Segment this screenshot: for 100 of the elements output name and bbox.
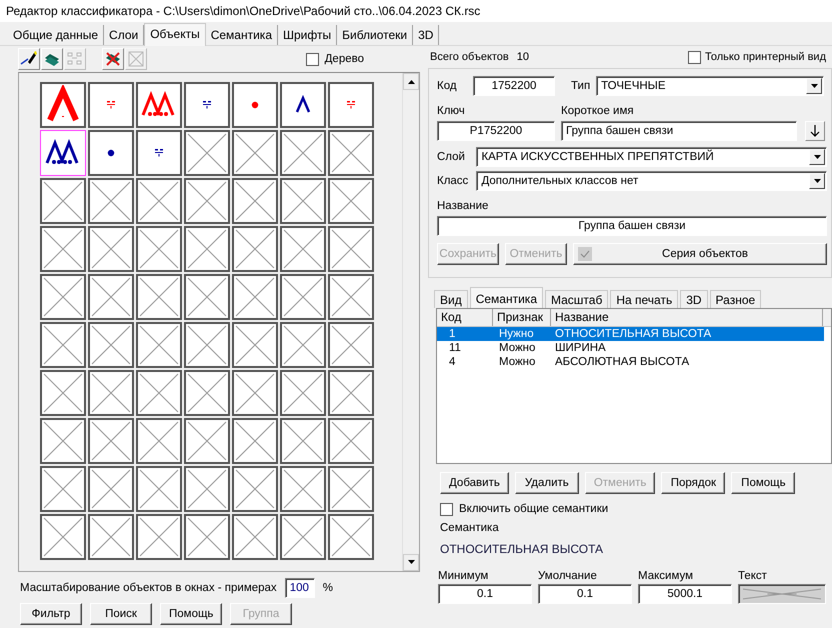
empty-cell[interactable] bbox=[40, 370, 86, 416]
text-field[interactable] bbox=[738, 584, 826, 604]
empty-cell[interactable] bbox=[136, 466, 182, 512]
value-field[interactable]: 0.1 bbox=[438, 584, 532, 604]
button[interactable]: Порядок bbox=[661, 472, 726, 494]
tab[interactable]: Разное bbox=[710, 290, 762, 308]
empty-cell[interactable] bbox=[40, 514, 86, 560]
empty-cell[interactable] bbox=[136, 226, 182, 272]
object-cell[interactable] bbox=[88, 130, 134, 176]
empty-cell[interactable] bbox=[40, 466, 86, 512]
list-row[interactable]: 11 Можно ШИРИНА bbox=[437, 341, 824, 355]
empty-cell[interactable] bbox=[40, 322, 86, 368]
empty-cell[interactable] bbox=[232, 370, 278, 416]
tab[interactable]: Масштаб bbox=[545, 290, 608, 308]
empty-cell[interactable] bbox=[184, 370, 230, 416]
layer-dropdown[interactable]: КАРТА ИСКУССТВЕННЫХ ПРЕПЯТСТВИЙ bbox=[476, 147, 827, 167]
empty-cell[interactable] bbox=[40, 418, 86, 464]
empty-cell[interactable] bbox=[40, 274, 86, 320]
toolbar-button[interactable] bbox=[102, 48, 124, 70]
empty-cell[interactable] bbox=[184, 226, 230, 272]
empty-cell[interactable] bbox=[88, 322, 134, 368]
scrollbar[interactable] bbox=[402, 73, 419, 571]
empty-cell[interactable] bbox=[88, 178, 134, 224]
object-cell[interactable] bbox=[136, 130, 182, 176]
empty-cell[interactable] bbox=[40, 226, 86, 272]
series-button[interactable]: Серия объектов bbox=[572, 243, 828, 265]
empty-cell[interactable] bbox=[184, 418, 230, 464]
column-header[interactable]: Код bbox=[437, 309, 493, 326]
empty-cell[interactable] bbox=[136, 322, 182, 368]
tab[interactable]: Объекты bbox=[144, 23, 206, 46]
scale-field[interactable]: 100 bbox=[284, 578, 315, 598]
tab[interactable]: Вид bbox=[434, 290, 468, 308]
empty-cell[interactable] bbox=[88, 226, 134, 272]
empty-cell[interactable] bbox=[232, 226, 278, 272]
button[interactable]: Поиск bbox=[90, 603, 152, 625]
class-dropdown[interactable]: Дополнительных классов нет bbox=[476, 171, 827, 191]
empty-cell[interactable] bbox=[328, 370, 374, 416]
empty-cell[interactable] bbox=[280, 514, 326, 560]
empty-cell[interactable] bbox=[280, 418, 326, 464]
toolbar-button[interactable] bbox=[18, 48, 40, 70]
tab[interactable]: Шрифты bbox=[278, 25, 338, 45]
empty-cell[interactable] bbox=[232, 130, 278, 176]
empty-cell[interactable] bbox=[136, 178, 182, 224]
key-field[interactable]: P1752200 bbox=[437, 121, 555, 141]
list-row[interactable]: 4 Можно АБСОЛЮТНАЯ ВЫСОТА bbox=[437, 355, 824, 369]
button[interactable]: Помощь bbox=[731, 472, 796, 494]
empty-cell[interactable] bbox=[280, 130, 326, 176]
button[interactable]: Помощь bbox=[160, 603, 222, 625]
object-cell[interactable] bbox=[136, 82, 182, 128]
empty-cell[interactable] bbox=[328, 466, 374, 512]
empty-cell[interactable] bbox=[328, 226, 374, 272]
empty-cell[interactable] bbox=[88, 274, 134, 320]
empty-cell[interactable] bbox=[184, 322, 230, 368]
value-field[interactable]: 0.1 bbox=[538, 584, 632, 604]
short-name-field[interactable]: Группа башен связи bbox=[561, 121, 797, 141]
empty-cell[interactable] bbox=[232, 514, 278, 560]
empty-cell[interactable] bbox=[280, 370, 326, 416]
value-field[interactable]: 5000.1 bbox=[638, 584, 732, 604]
empty-cell[interactable] bbox=[280, 274, 326, 320]
empty-cell[interactable] bbox=[136, 274, 182, 320]
tab[interactable]: Общие данные bbox=[8, 25, 104, 45]
empty-cell[interactable] bbox=[232, 274, 278, 320]
empty-cell[interactable] bbox=[280, 226, 326, 272]
empty-cell[interactable] bbox=[136, 370, 182, 416]
tab[interactable]: Семантика bbox=[206, 25, 278, 45]
empty-cell[interactable] bbox=[136, 418, 182, 464]
empty-cell[interactable] bbox=[232, 466, 278, 512]
empty-cell[interactable] bbox=[88, 418, 134, 464]
checkbox[interactable] bbox=[306, 52, 319, 66]
tab[interactable]: 3D bbox=[680, 290, 708, 308]
empty-cell[interactable] bbox=[328, 274, 374, 320]
button[interactable]: Фильтр bbox=[20, 603, 82, 625]
column-header[interactable]: Название bbox=[551, 309, 823, 326]
empty-cell[interactable] bbox=[280, 322, 326, 368]
object-cell[interactable] bbox=[328, 82, 374, 128]
empty-cell[interactable] bbox=[184, 130, 230, 176]
tab[interactable]: Библиотеки bbox=[337, 25, 414, 45]
object-cell[interactable] bbox=[88, 82, 134, 128]
tab[interactable]: На печать bbox=[610, 290, 678, 308]
empty-cell[interactable] bbox=[40, 178, 86, 224]
empty-cell[interactable] bbox=[328, 178, 374, 224]
column-header[interactable]: Признак bbox=[493, 309, 551, 326]
object-cell[interactable] bbox=[40, 82, 86, 128]
empty-cell[interactable] bbox=[328, 322, 374, 368]
checkbox[interactable] bbox=[688, 50, 701, 64]
empty-cell[interactable] bbox=[136, 514, 182, 560]
empty-cell[interactable] bbox=[184, 178, 230, 224]
empty-cell[interactable] bbox=[184, 274, 230, 320]
empty-cell[interactable] bbox=[88, 514, 134, 560]
empty-cell[interactable] bbox=[232, 178, 278, 224]
empty-cell[interactable] bbox=[184, 514, 230, 560]
empty-cell[interactable] bbox=[88, 466, 134, 512]
type-dropdown[interactable]: ТОЧЕЧНЫЕ bbox=[596, 76, 824, 96]
object-cell[interactable] bbox=[184, 82, 230, 128]
empty-cell[interactable] bbox=[328, 130, 374, 176]
name-field[interactable]: Группа башен связи bbox=[437, 216, 827, 236]
checkbox[interactable] bbox=[440, 502, 453, 516]
code-field[interactable]: 1752200 bbox=[473, 76, 555, 96]
list-row[interactable]: 1 Нужно ОТНОСИТЕЛЬНАЯ ВЫСОТА bbox=[437, 327, 824, 341]
empty-cell[interactable] bbox=[280, 466, 326, 512]
